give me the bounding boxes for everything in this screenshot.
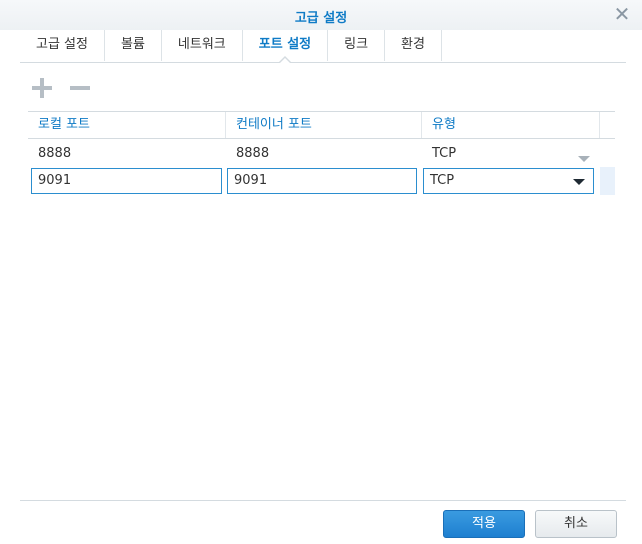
type-select[interactable]: TCP [423,168,594,194]
tab-network[interactable]: 네트워크 [162,30,243,61]
local-port-cell[interactable]: 8888 [28,146,226,161]
apply-button[interactable]: 적용 [443,510,525,538]
cancel-button[interactable]: 취소 [535,510,617,538]
tab-links[interactable]: 링크 [328,30,386,61]
tab-bar: 고급 설정 볼륨 네트워크 포트 설정 링크 환경 [20,30,626,63]
type-cell[interactable]: TCP [422,145,600,162]
row-filler [600,167,615,195]
table-row[interactable]: 8888 8888 TCP [28,139,615,167]
table-row-editing[interactable]: 9091 9091 TCP [28,167,615,195]
close-icon[interactable]: ✕ [612,4,632,24]
footer-divider [20,500,626,501]
chevron-down-icon[interactable] [573,179,585,185]
grid-header: 로컬 포트 컨테이너 포트 유형 [28,111,615,139]
port-grid: 로컬 포트 컨테이너 포트 유형 8888 8888 TCP 9091 9091… [28,111,615,195]
column-header-container-port[interactable]: 컨테이너 포트 [226,112,422,138]
local-port-edit-cell: 9091 [28,168,226,194]
tab-port-settings[interactable]: 포트 설정 [243,30,329,63]
title-bar: 고급 설정 ✕ [0,0,642,30]
tab-advanced[interactable]: 고급 설정 [20,30,105,61]
type-edit-cell: TCP [422,168,600,194]
column-header-type[interactable]: 유형 [422,112,600,138]
chevron-down-icon[interactable] [578,155,590,162]
container-port-edit-cell: 9091 [226,168,422,194]
minus-icon[interactable] [68,76,92,100]
local-port-input[interactable]: 9091 [31,168,222,194]
tab-volume[interactable]: 볼륨 [105,30,162,61]
type-value: TCP [432,145,457,161]
window-title: 고급 설정 [294,11,348,26]
column-header-filler [600,112,615,138]
type-select-value: TCP [430,173,455,188]
column-header-local-port[interactable]: 로컬 포트 [28,112,226,138]
plus-icon[interactable] [30,76,54,100]
grid-toolbar [30,76,92,100]
container-port-cell[interactable]: 8888 [226,146,422,161]
container-port-input[interactable]: 9091 [227,168,417,194]
tab-environment[interactable]: 환경 [385,30,442,61]
